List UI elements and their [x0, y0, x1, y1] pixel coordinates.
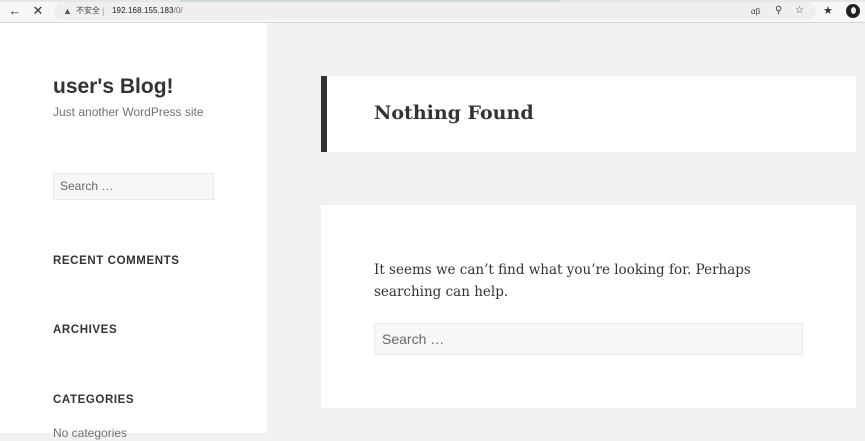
browser-toolbar: ← ✕ ▲ 不安全 | 192.168.155.183/0/ αβ ⚲ ☆ ★ — [0, 0, 865, 23]
page-content: It seems we can’t find what you’re looki… — [321, 205, 856, 408]
site-description: Just another WordPress site — [53, 105, 204, 119]
page-title: Nothing Found — [374, 102, 534, 124]
not-found-message: It seems we can’t find what you’re looki… — [374, 262, 751, 300]
categories-empty-text: No categories — [53, 426, 128, 440]
sidebar-search-input[interactable]: Search … — [53, 173, 214, 200]
security-label[interactable]: 不安全 — [76, 5, 100, 17]
extensions-icon[interactable]: ★ — [823, 3, 833, 19]
close-icon[interactable]: ✕ — [29, 3, 47, 19]
main-content: Nothing Found It seems we can’t find wha… — [267, 23, 865, 433]
star-icon[interactable]: ☆ — [795, 4, 804, 18]
widget-title-recent-comments: RECENT COMMENTS — [53, 255, 180, 267]
page-header: Nothing Found — [321, 76, 856, 152]
address-separator: | — [102, 6, 105, 16]
site-title[interactable]: user's Blog! — [53, 74, 174, 100]
main-search-input[interactable]: Search … — [374, 323, 803, 355]
profile-avatar-icon[interactable] — [846, 4, 860, 18]
url-path: /0/ — [173, 6, 183, 15]
widget-title-archives: ARCHIVES — [53, 324, 118, 336]
url-text[interactable]: 192.168.155.183/0/ — [112, 5, 183, 17]
url-host: 192.168.155.183 — [112, 6, 174, 15]
zoom-icon[interactable]: ⚲ — [775, 4, 782, 18]
sidebar: user's Blog! Just another WordPress site… — [0, 23, 267, 440]
warning-icon[interactable]: ▲ — [63, 5, 72, 17]
widget-title-categories: CATEGORIES — [53, 394, 135, 406]
address-bar[interactable]: ▲ 不安全 | 192.168.155.183/0/ αβ ⚲ ☆ — [54, 2, 816, 20]
translate-icon[interactable]: αβ — [751, 5, 760, 19]
back-arrow-icon[interactable]: ← — [6, 3, 24, 19]
